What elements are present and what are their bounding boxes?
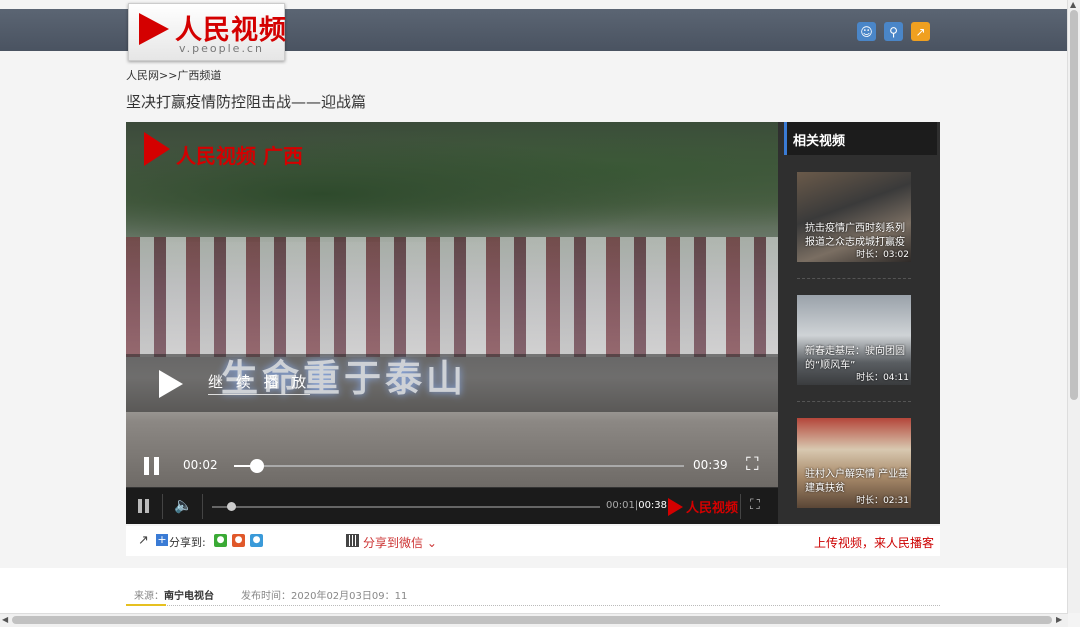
mini-fullscreen-icon[interactable]: ⛶ bbox=[750, 497, 760, 513]
wechat-share-icon[interactable]: ● bbox=[214, 534, 227, 547]
publish-time: 发布时间：2020年02月03日09：11 bbox=[241, 591, 408, 602]
share-label: 分享到: bbox=[169, 536, 206, 549]
divider bbox=[162, 494, 163, 519]
wechat-share-link[interactable]: 分享到微信 ⌄ bbox=[363, 534, 437, 551]
mini-time: 00:01|00:38 bbox=[606, 500, 668, 511]
video-player[interactable]: 人民视频 广西 生命重于泰山 继 续 播 放 00:02 00:39 ⛶ 🔈 0… bbox=[126, 122, 778, 524]
brand-logo-text: 人民视频 bbox=[686, 501, 739, 516]
video-watermark: 人民视频 广西 bbox=[176, 144, 303, 168]
scroll-right-icon[interactable]: ▶ bbox=[1056, 615, 1062, 624]
divider bbox=[740, 494, 741, 519]
mini-current-time: 00:01 bbox=[606, 500, 635, 511]
source-name: 南宁电视台 bbox=[164, 591, 214, 602]
upload-video-link[interactable]: 上传视频，来人民播客 bbox=[814, 534, 934, 551]
horizontal-scrollbar[interactable]: ◀ ▶ bbox=[0, 613, 1068, 627]
mini-progress-bar[interactable] bbox=[212, 502, 600, 511]
video-crowd bbox=[126, 237, 778, 357]
progress-bar[interactable] bbox=[234, 459, 684, 473]
progress-handle[interactable] bbox=[249, 459, 264, 473]
share-icon[interactable]: ↗ bbox=[911, 22, 930, 41]
mini-progress-handle[interactable] bbox=[227, 502, 237, 511]
play-icon[interactable] bbox=[159, 370, 183, 398]
brand-logo-icon bbox=[668, 498, 683, 516]
wechat-share-label: 分享到微信 bbox=[363, 536, 424, 550]
source-underline bbox=[126, 604, 166, 606]
current-time: 00:02 bbox=[183, 458, 218, 472]
qq-share-icon[interactable]: ● bbox=[250, 534, 263, 547]
horizontal-scroll-thumb[interactable] bbox=[12, 616, 1052, 624]
scroll-left-icon[interactable]: ◀ bbox=[2, 615, 8, 624]
article-meta: 来源：南宁电视台 发布时间：2020年02月03日09：11 bbox=[0, 568, 1068, 613]
fullscreen-icon[interactable]: ⛶ bbox=[746, 454, 759, 475]
divider bbox=[797, 401, 911, 402]
related-video-title: 驻村入户解实情 产业基建真扶贫 bbox=[805, 469, 909, 494]
related-videos-panel: 相关视频 抗击疫情广西时刻系列报道之众志成城打赢疫 时长：03:02 新春走基层… bbox=[778, 122, 940, 524]
share-arrow-icon: ↗ bbox=[138, 533, 149, 548]
pause-icon[interactable] bbox=[144, 457, 162, 475]
page-title: 坚决打赢疫情防控阻击战——迎战篇 bbox=[126, 93, 367, 111]
continue-play-button[interactable]: 继 续 播 放 bbox=[208, 371, 311, 395]
related-heading-text: 相关视频 bbox=[793, 134, 846, 149]
duration: 00:39 bbox=[693, 458, 728, 472]
vertical-scrollbar[interactable]: ▲ bbox=[1067, 0, 1080, 613]
player-controls: 00:02 00:39 ⛶ bbox=[126, 447, 778, 487]
scroll-up-icon[interactable]: ▲ bbox=[1070, 0, 1076, 9]
related-video-duration: 时长：03:02 bbox=[856, 250, 909, 260]
related-video-title: 新春走基层：驶向团圆的“顺风车” bbox=[805, 346, 905, 371]
divider bbox=[202, 494, 203, 519]
mini-control-bar: 🔈 00:01|00:38 人民视频 ⛶ bbox=[126, 487, 778, 524]
related-video-duration: 时长：02:31 bbox=[856, 496, 909, 506]
related-heading: 相关视频 bbox=[784, 122, 937, 155]
mini-duration: 00:38 bbox=[638, 500, 668, 511]
vertical-scroll-thumb[interactable] bbox=[1070, 10, 1078, 400]
logo-play-icon bbox=[139, 13, 169, 45]
video-frame bbox=[126, 122, 778, 487]
mini-pause-icon[interactable] bbox=[138, 499, 150, 513]
search-icon[interactable]: ⚲ bbox=[884, 22, 903, 41]
watermark-logo-icon bbox=[144, 132, 170, 166]
breadcrumb[interactable]: 人民网>>广西频道 bbox=[126, 67, 221, 83]
related-video-duration: 时长：04:11 bbox=[856, 373, 909, 383]
divider bbox=[797, 278, 911, 279]
weibo-share-icon[interactable]: ● bbox=[232, 534, 245, 547]
related-video-item[interactable]: 抗击疫情广西时刻系列报道之众志成城打赢疫 时长：03:02 bbox=[797, 172, 911, 262]
add-share-icon[interactable]: + bbox=[156, 534, 168, 546]
qrcode-icon bbox=[346, 534, 359, 547]
logo-subtitle: v.people.cn bbox=[179, 42, 264, 55]
related-video-item[interactable]: 驻村入户解实情 产业基建真扶贫 时长：02:31 bbox=[797, 418, 911, 508]
source-label: 来源： bbox=[134, 591, 164, 602]
related-video-title: 抗击疫情广西时刻系列报道之众志成城打赢疫 bbox=[805, 223, 905, 248]
user-icon[interactable]: ☺ bbox=[857, 22, 876, 41]
volume-icon[interactable]: 🔈 bbox=[174, 496, 193, 514]
top-icons: ☺ ⚲ ↗ bbox=[857, 22, 930, 41]
chevron-down-icon: ⌄ bbox=[426, 536, 437, 550]
divider bbox=[126, 605, 940, 606]
site-logo[interactable]: 人民视频 v.people.cn bbox=[128, 3, 286, 61]
source: 来源：南宁电视台 bbox=[134, 587, 214, 602]
share-bar: ↗ + 分享到: ● ● ● 分享到微信 ⌄ 上传视频，来人民播客 bbox=[126, 526, 940, 556]
related-video-item[interactable]: 新春走基层：驶向团圆的“顺风车” 时长：04:11 bbox=[797, 295, 911, 385]
